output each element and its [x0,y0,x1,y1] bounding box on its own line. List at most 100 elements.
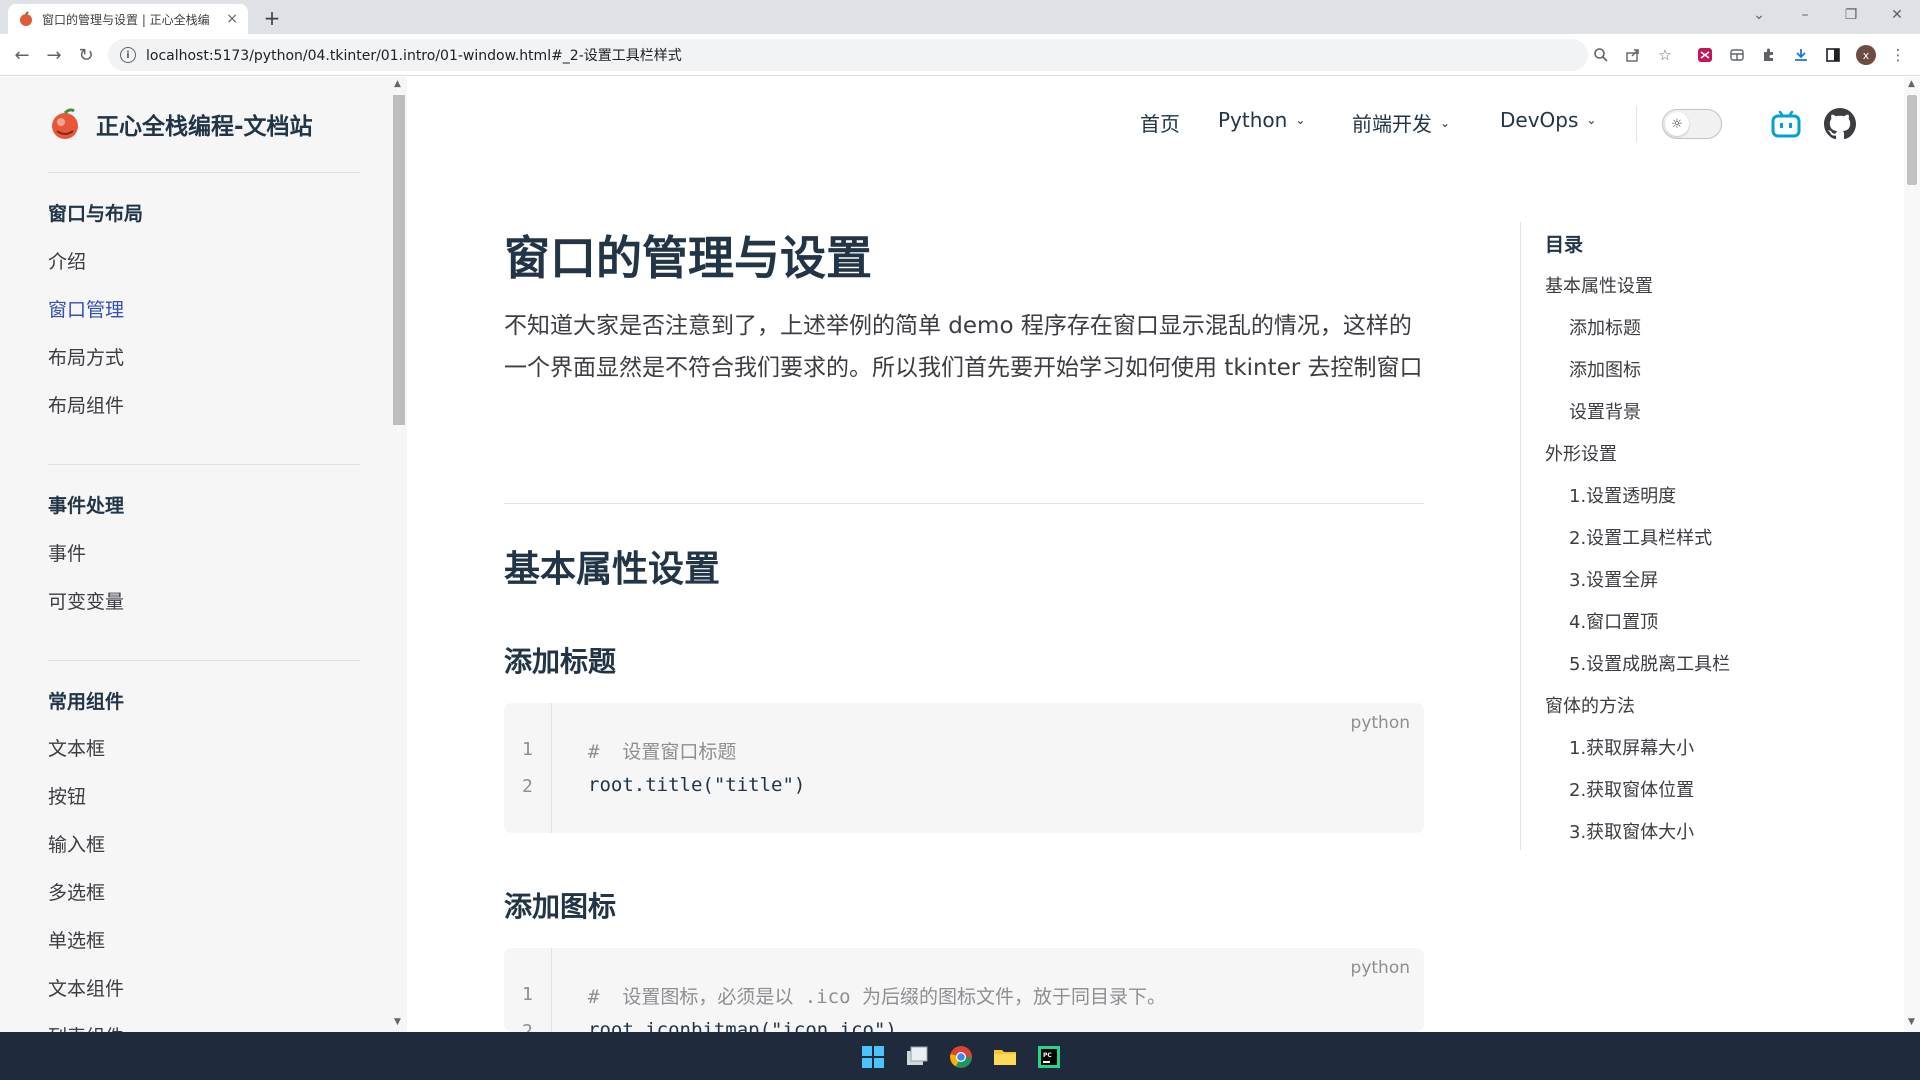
sidebar-group-title: 窗口与布局 [48,203,144,225]
sidebar-item-list-widget[interactable]: 列表组件 [48,1022,124,1032]
toc-item[interactable]: 1.获取屏幕大小 [1569,734,1694,760]
toc-item[interactable]: 1.设置透明度 [1569,482,1676,508]
sidebar-item-layout[interactable]: 布局方式 [48,343,124,370]
sidebar-scrollbar[interactable]: ▲ ▼ [393,77,407,1032]
profile-avatar[interactable]: x [1856,45,1876,65]
forward-button[interactable]: → [40,41,68,69]
tab-close-icon[interactable]: × [226,11,238,27]
reload-button[interactable]: ↻ [72,41,100,69]
site-name: 正心全栈编程-文档站 [96,114,313,140]
nav-home-label: 首页 [1140,112,1180,136]
sidebar-divider [48,464,360,465]
toc-item[interactable]: 3.获取窗体大小 [1569,818,1694,844]
browser-menu-icon[interactable]: ⋮ [1886,43,1910,67]
code-block[interactable]: python 1 # 设置窗口标题 2 root.title("title") [504,703,1424,833]
scroll-down-arrow-icon[interactable]: ▼ [1908,1017,1915,1027]
code-gutter [504,703,552,833]
side-panel-icon[interactable] [1821,43,1845,67]
sidebar-item-variables[interactable]: 可变变量 [48,587,124,614]
url-text: localhost:5173/python/04.tkinter/01.intr… [146,48,682,64]
sidebar-item-entry[interactable]: 输入框 [48,830,105,857]
browser-tab[interactable]: 窗口的管理与设置 | 正心全栈编 × [8,4,248,34]
nav-python[interactable]: Python ⌄ [1218,108,1305,132]
toc-item[interactable]: 添加图标 [1569,356,1641,382]
back-button[interactable]: ← [8,41,36,69]
code-line: root.iconbitmap("icon.ico") [588,1019,897,1032]
intro-paragraph: 不知道大家是否注意到了，上述举例的简单 demo 程序存在窗口显示混乱的情况，这… [504,313,1423,381]
site-info-icon[interactable]: i [120,47,136,63]
toc-item[interactable]: 2.获取窗体位置 [1569,776,1694,802]
extensions-puzzle-icon[interactable] [1757,43,1781,67]
content-divider [504,503,1424,504]
line-number: 2 [522,1021,533,1032]
theme-toggle[interactable]: ☼ [1662,109,1722,139]
windows-start-icon[interactable] [860,1044,886,1070]
download-icon[interactable] [1789,43,1813,67]
zoom-icon[interactable] [1589,43,1613,67]
nav-frontend[interactable]: 前端开发 ⌄ [1352,108,1450,137]
nav-divider [1636,106,1637,142]
new-tab-button[interactable]: + [258,4,286,32]
toc-item[interactable]: 5.设置成脱离工具栏 [1569,650,1730,676]
address-bar[interactable]: i localhost:5173/python/04.tkinter/01.in… [108,39,1588,71]
tab-title: 窗口的管理与设置 | 正心全栈编 [42,12,210,27]
sidebar-item-layout-widgets[interactable]: 布局组件 [48,391,124,418]
sidebar-item-button[interactable]: 按钮 [48,782,86,809]
restore-button[interactable]: ❐ [1828,0,1874,30]
github-icon[interactable] [1824,108,1856,140]
page-scrollbar[interactable]: ▲ ▼ [1904,77,1920,1032]
sidebar-item-textbox[interactable]: 文本框 [48,734,105,761]
bookmark-star-icon[interactable]: ☆ [1653,43,1677,67]
nav-frontend-label: 前端开发 [1352,112,1432,136]
toc-item[interactable]: 添加标题 [1569,314,1641,340]
subsection-heading: 添加图标 [504,890,617,923]
minimize-button[interactable]: – [1782,0,1828,30]
scroll-up-arrow-icon[interactable]: ▲ [1908,79,1915,89]
close-window-button[interactable]: ✕ [1874,0,1920,30]
sidebar-item-text-widget[interactable]: 文本组件 [48,974,124,1001]
code-block[interactable]: python 1 # 设置图标，必须是以 .ico 为后缀的图标文件，放于同目录… [504,948,1424,1032]
sidebar-item-window[interactable]: 窗口管理 [48,295,124,322]
line-number: 2 [522,776,533,797]
sidebar-group-title: 常用组件 [48,691,125,713]
toc-item[interactable]: 外形设置 [1545,440,1617,466]
sidebar-item-events[interactable]: 事件 [48,539,86,566]
subsection-heading: 添加标题 [504,645,617,678]
toc-item[interactable]: 4.窗口置顶 [1569,608,1658,634]
site-brand[interactable]: 正心全栈编程-文档站 [48,107,313,141]
sidebar-divider [48,660,360,661]
scroll-down-arrow-icon[interactable]: ▼ [394,1017,401,1027]
tab-search-icon[interactable]: ⌄ [1736,0,1782,30]
nav-python-label: Python [1218,108,1288,132]
sidebar-divider [48,172,360,173]
chrome-icon[interactable] [948,1044,974,1070]
toc-item[interactable]: 基本属性设置 [1545,272,1653,298]
task-view-icon[interactable] [904,1044,930,1070]
bilibili-icon[interactable] [1770,108,1802,140]
sidebar-group-title: 事件处理 [48,495,125,517]
browser-toolbar: ← → ↻ i localhost:5173/python/04.tkinter… [0,34,1920,76]
toc-item[interactable]: 2.设置工具栏样式 [1569,524,1712,550]
line-number: 1 [522,984,533,1005]
pycharm-icon[interactable]: PC [1036,1044,1062,1070]
line-number: 1 [522,739,533,760]
extension-icon[interactable] [1693,43,1717,67]
nav-devops[interactable]: DevOps ⌄ [1500,108,1596,132]
chevron-down-icon: ⌄ [1586,113,1597,127]
sidebar-item-radio[interactable]: 单选框 [48,926,105,953]
tab-manager-icon[interactable] [1725,43,1749,67]
share-icon[interactable] [1621,43,1645,67]
toc-rail [1520,222,1521,850]
toc-item[interactable]: 窗体的方法 [1545,692,1635,718]
toc-item[interactable]: 设置背景 [1569,398,1641,424]
file-explorer-icon[interactable] [992,1044,1018,1070]
code-language-label: python [1350,713,1410,733]
toc-item[interactable]: 3.设置全屏 [1569,566,1658,592]
sidebar-item-checkbox[interactable]: 多选框 [48,878,105,905]
sidebar-item-intro[interactable]: 介绍 [48,247,86,274]
scroll-up-arrow-icon[interactable]: ▲ [394,79,401,89]
sidebar-scroll-thumb[interactable] [393,95,405,425]
nav-home[interactable]: 首页 [1140,108,1180,137]
page-scroll-thumb[interactable] [1907,95,1917,185]
code-language-label: python [1350,958,1410,978]
